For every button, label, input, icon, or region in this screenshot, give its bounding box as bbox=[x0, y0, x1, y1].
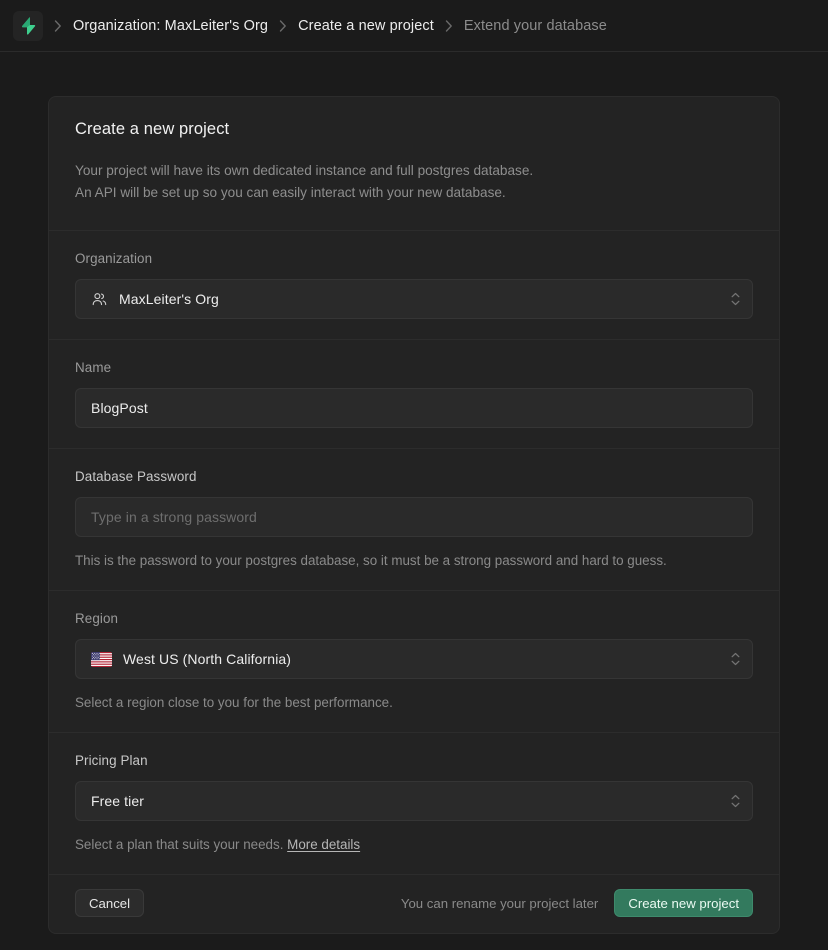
organization-select[interactable]: MaxLeiter's Org bbox=[75, 279, 753, 319]
card-description-line-2: An API will be set up so you can easily … bbox=[75, 185, 506, 200]
cancel-button[interactable]: Cancel bbox=[75, 889, 145, 917]
pricing-plan-label: Pricing Plan bbox=[75, 753, 148, 768]
database-password-input[interactable]: Type in a strong password bbox=[75, 497, 753, 537]
card-description: Your project will have its own dedicated… bbox=[75, 160, 753, 204]
supabase-bolt-icon bbox=[22, 16, 36, 35]
more-details-link[interactable]: More details bbox=[287, 837, 360, 852]
project-name-input[interactable]: BlogPost bbox=[75, 388, 753, 428]
database-password-placeholder: Type in a strong password bbox=[91, 509, 257, 525]
name-label: Name bbox=[75, 360, 112, 375]
card-description-line-1: Your project will have its own dedicated… bbox=[75, 163, 534, 178]
pricing-plan-select[interactable]: Free tier bbox=[75, 781, 753, 821]
organization-label: Organization bbox=[75, 251, 153, 266]
breadcrumb-item-create-project[interactable]: Create a new project bbox=[298, 18, 434, 34]
users-icon bbox=[92, 292, 107, 305]
database-password-section: Database Password Type in a strong passw… bbox=[49, 449, 779, 590]
project-name-value: BlogPost bbox=[91, 400, 148, 416]
footer-actions: You can rename your project later Create… bbox=[401, 889, 753, 917]
chevron-right-icon bbox=[268, 19, 298, 32]
region-section: Region West US (North California) Select… bbox=[49, 591, 779, 732]
region-value: West US (North California) bbox=[123, 651, 292, 667]
region-label: Region bbox=[75, 611, 119, 626]
app-logo[interactable] bbox=[13, 10, 43, 41]
chevron-up-down-icon bbox=[731, 652, 740, 666]
card-footer: Cancel You can rename your project later… bbox=[49, 875, 779, 933]
name-section: Name BlogPost bbox=[49, 340, 779, 448]
region-helper: Select a region close to you for the bes… bbox=[75, 695, 393, 710]
chevron-right-icon bbox=[43, 19, 73, 32]
rename-hint: You can rename your project later bbox=[400, 895, 599, 911]
database-password-helper: This is the password to your postgres da… bbox=[75, 553, 667, 568]
create-project-card: Create a new project Your project will h… bbox=[48, 96, 780, 934]
chevron-up-down-icon bbox=[731, 292, 740, 306]
page-title: Create a new project bbox=[75, 120, 230, 138]
region-select[interactable]: West US (North California) bbox=[75, 639, 753, 679]
flag-us-icon bbox=[91, 651, 112, 667]
pricing-plan-helper: Select a plan that suits your needs. Mor… bbox=[75, 835, 753, 854]
page-body: Create a new project Your project will h… bbox=[0, 52, 828, 934]
card-header: Create a new project Your project will h… bbox=[49, 97, 779, 230]
breadcrumb-bar: Organization: MaxLeiter's Org Create a n… bbox=[0, 0, 828, 52]
pricing-plan-helper-text: Select a plan that suits your needs. bbox=[75, 837, 284, 852]
organization-value: MaxLeiter's Org bbox=[119, 291, 219, 307]
pricing-plan-value: Free tier bbox=[91, 793, 145, 809]
database-password-label: Database Password bbox=[75, 469, 197, 484]
pricing-plan-section: Pricing Plan Free tier Select a plan tha… bbox=[49, 733, 779, 874]
organization-section: Organization MaxLeiter's Org bbox=[49, 231, 779, 339]
breadcrumb-item-organization[interactable]: Organization: MaxLeiter's Org bbox=[73, 18, 268, 34]
create-new-project-button[interactable]: Create new project bbox=[614, 889, 753, 917]
chevron-right-icon bbox=[434, 19, 464, 32]
chevron-up-down-icon bbox=[731, 794, 740, 808]
breadcrumb-item-extend-database[interactable]: Extend your database bbox=[464, 18, 607, 34]
